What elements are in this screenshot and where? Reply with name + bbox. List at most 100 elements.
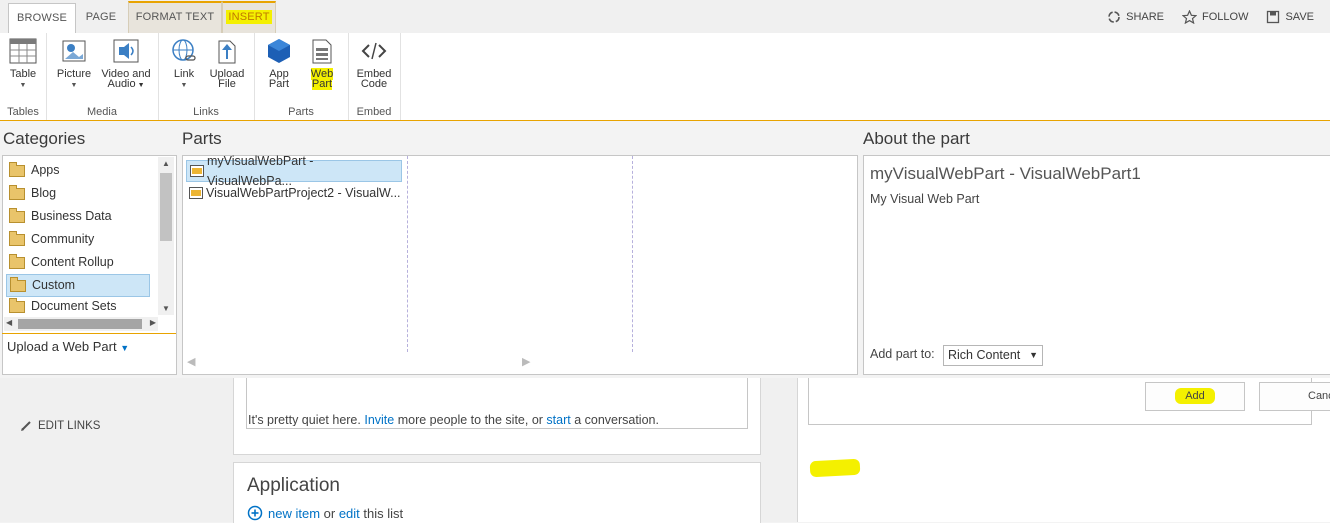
save-label: SAVE <box>1285 10 1314 23</box>
add-part-to-select[interactable]: Rich Content ▼ <box>943 345 1043 366</box>
share-button[interactable]: SHARE <box>1107 10 1164 24</box>
quiet-text-b: more people to the site, or <box>394 414 547 426</box>
upload-label-2: File <box>218 78 236 90</box>
pencil-icon <box>21 421 31 431</box>
highlight-mark <box>809 458 861 478</box>
new-item-link[interactable]: new item <box>268 506 320 521</box>
tab-page[interactable]: PAGE <box>76 3 126 32</box>
add-circle-icon[interactable] <box>247 505 263 521</box>
app-part-label-2: Part <box>268 78 290 90</box>
share-icon <box>1108 10 1120 23</box>
add-button-label: Add <box>1175 388 1215 404</box>
web-part-item-icon <box>190 165 204 177</box>
quiet-text-c: a conversation. <box>570 414 659 426</box>
about-part-panel <box>863 155 1330 375</box>
invite-link[interactable]: Invite <box>364 414 394 426</box>
ribbon-tab-bar: BROWSE PAGE FORMAT TEXT INSERT SHARE FOL… <box>0 0 1330 34</box>
ribbon-group-media: Picture ▼ Video and Audio ▼ Media <box>46 33 159 120</box>
parts-scroll-left-icon[interactable]: ◀ <box>187 355 195 368</box>
page-background: EDIT LINKS It's pretty quiet here. Invit… <box>0 378 1330 523</box>
category-item-business-data[interactable]: Business Data <box>6 206 112 227</box>
picture-icon <box>62 40 86 62</box>
parts-scroll-right-icon[interactable]: ▶ <box>522 355 530 368</box>
tab-insert[interactable]: INSERT <box>222 1 276 33</box>
category-label: Business Data <box>31 209 112 223</box>
star-icon <box>1182 9 1198 24</box>
table-label: Table <box>9 68 37 80</box>
tab-insert-label: INSERT <box>226 10 272 24</box>
scroll-left-icon[interactable]: ◀ <box>6 318 12 327</box>
tab-format-text[interactable]: FORMAT TEXT <box>128 1 222 33</box>
start-conversation-link[interactable]: start <box>546 414 570 426</box>
add-part-to-label: Add part to: <box>870 347 935 361</box>
cancel-button[interactable]: Cancel <box>1259 382 1330 411</box>
category-item-apps[interactable]: Apps <box>6 160 60 181</box>
list-actions: new item or edit this list <box>247 505 403 521</box>
folder-icon <box>9 230 25 246</box>
save-icon <box>1267 10 1280 23</box>
category-item-blog[interactable]: Blog <box>6 183 56 204</box>
web-part-button[interactable]: Web Part <box>302 37 342 90</box>
link-globe-icon <box>172 39 196 61</box>
folder-icon <box>9 184 25 200</box>
scroll-right-icon[interactable]: ▶ <box>150 318 156 327</box>
save-button[interactable]: SAVE <box>1266 10 1314 24</box>
parts-title: Parts <box>182 129 222 148</box>
video-audio-button[interactable]: Video and Audio ▼ <box>98 37 154 91</box>
folder-icon <box>10 276 26 292</box>
upload-web-part-label: Upload a Web Part <box>7 339 117 354</box>
chevron-down-icon: ▼ <box>1029 350 1038 360</box>
app-part-icon <box>268 39 290 63</box>
embed-code-icon <box>361 42 387 60</box>
edit-links-button[interactable]: EDIT LINKS <box>20 420 100 432</box>
add-button[interactable]: Add <box>1145 382 1245 411</box>
group-label-parts: Parts <box>288 106 314 118</box>
web-part-item-icon <box>189 187 203 199</box>
link-label: Link <box>173 68 195 80</box>
follow-label: FOLLOW <box>1202 10 1249 23</box>
group-label-tables: Tables <box>7 106 39 118</box>
category-item-document-sets[interactable]: Document Sets <box>6 298 116 315</box>
folder-icon <box>9 161 25 177</box>
table-button[interactable]: Table ▼ <box>6 37 40 91</box>
video-audio-icon <box>113 39 139 63</box>
picture-button[interactable]: Picture ▼ <box>54 37 94 91</box>
ribbon-group-embed: Embed Code Embed <box>348 33 401 120</box>
upload-file-button[interactable]: Upload File <box>206 37 248 90</box>
folder-icon <box>9 207 25 223</box>
chevron-down-icon: ▼ <box>180 82 188 89</box>
scroll-up-icon[interactable]: ▲ <box>162 159 170 168</box>
app-part-button[interactable]: App Part <box>260 37 298 90</box>
category-item-custom[interactable]: Custom <box>6 274 150 297</box>
categories-horizontal-scrollbar[interactable]: ◀ ▶ <box>4 317 158 331</box>
categories-vertical-scrollbar[interactable]: ▲ ▼ <box>158 157 174 315</box>
chevron-down-icon: ▼ <box>120 343 130 353</box>
category-item-community[interactable]: Community <box>6 229 94 250</box>
link-button[interactable]: Link ▼ <box>166 37 202 91</box>
part-label: VisualWebPartProject2 - VisualW... <box>206 186 401 200</box>
part-item-visualwebpartproject2[interactable]: VisualWebPartProject2 - VisualW... <box>186 183 401 203</box>
group-label-embed: Embed <box>356 106 392 118</box>
scrollbar-thumb[interactable] <box>160 173 172 241</box>
table-icon <box>9 38 37 64</box>
edit-list-link[interactable]: edit <box>339 506 360 521</box>
follow-button[interactable]: FOLLOW <box>1182 9 1249 24</box>
add-part-to-value: Rich Content <box>948 348 1021 362</box>
this-list-text: this list <box>359 505 404 521</box>
part-item-myvisualwebpart[interactable]: myVisualWebPart - VisualWebPa... <box>186 154 402 188</box>
categories-divider <box>2 333 176 334</box>
ribbon-group-parts: App Part Web Part Parts <box>254 33 349 120</box>
web-part-label-2: Part <box>311 78 333 90</box>
category-label: Community <box>31 232 95 246</box>
column-divider <box>407 156 408 352</box>
share-label: SHARE <box>1126 10 1165 23</box>
chevron-down-icon: ▼ <box>70 82 78 89</box>
tab-browse[interactable]: BROWSE <box>8 3 76 34</box>
scroll-down-icon[interactable]: ▼ <box>162 304 170 313</box>
category-label: Custom <box>32 278 76 292</box>
scrollbar-thumb[interactable] <box>18 319 142 329</box>
upload-web-part-link[interactable]: Upload a Web Part ▼ <box>7 339 129 354</box>
category-item-content-rollup[interactable]: Content Rollup <box>6 252 114 273</box>
embed-code-button[interactable]: Embed Code <box>354 37 394 90</box>
web-part-icon <box>312 39 332 64</box>
